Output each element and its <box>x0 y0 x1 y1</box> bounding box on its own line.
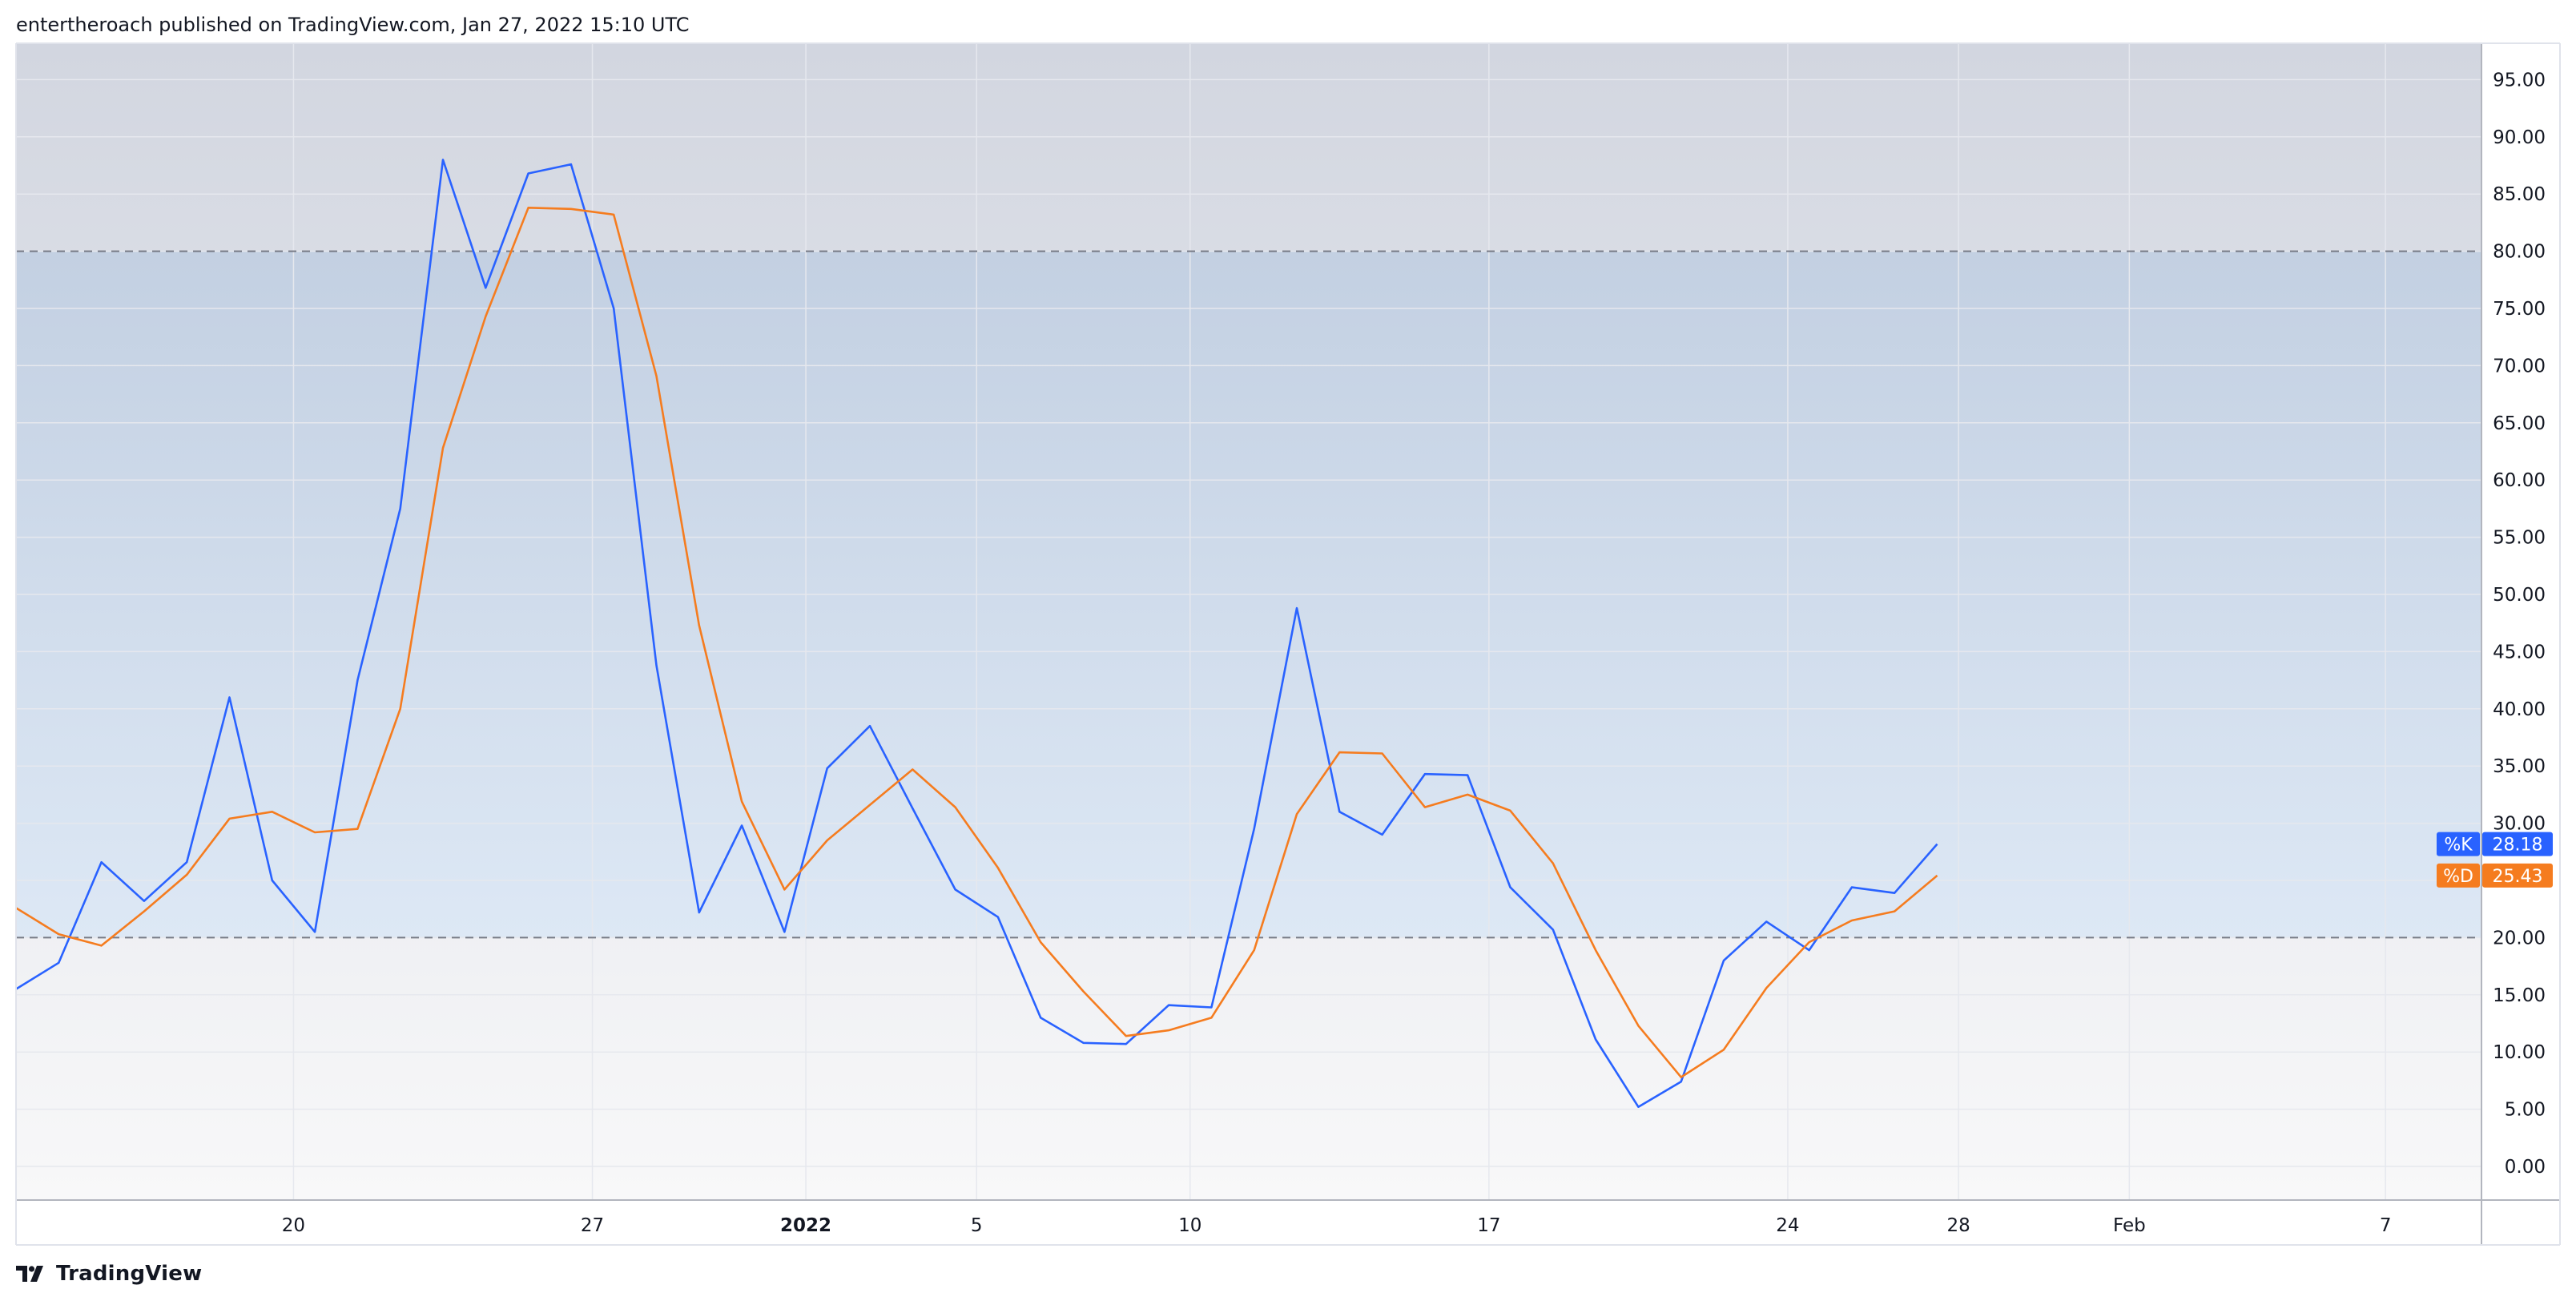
x-tick-label: 10 <box>1178 1215 1201 1236</box>
x-tick-label: 17 <box>1477 1215 1500 1236</box>
x-tick-label: 20 <box>282 1215 305 1236</box>
y-tick-label: 90.00 <box>2493 127 2546 148</box>
y-tick-label: 60.00 <box>2493 470 2546 491</box>
d-value-label: 25.43 <box>2493 867 2543 887</box>
x-tick-label: 24 <box>1776 1215 1799 1236</box>
k-name-label: %K <box>2444 836 2473 856</box>
x-tick-label: 28 <box>1947 1215 1970 1236</box>
x-tick-label: 5 <box>971 1215 983 1236</box>
y-tick-label: 40.00 <box>2493 699 2546 720</box>
y-axis[interactable]: 95.00 90.00 85.00 80.00 75.00 70.00 65.00 60.00… <box>2493 70 2546 1178</box>
x-tick-label: 27 <box>581 1215 604 1236</box>
y-tick-label: 10.00 <box>2493 1042 2546 1063</box>
y-tick-label: 85.00 <box>2493 184 2546 205</box>
stochastic-chart[interactable]: 95.0090.0085.0080.0075.0070.0065.0060.00… <box>0 0 2576 1301</box>
d-name-label: %D <box>2443 867 2473 887</box>
y-tick-label: 35.00 <box>2493 756 2546 777</box>
y-tick-label: 30.00 <box>2493 814 2546 835</box>
tradingview-wordmark: TradingView <box>56 1262 203 1286</box>
x-tick-label: 2022 <box>780 1215 831 1236</box>
k-value-label: 28.18 <box>2493 836 2543 856</box>
x-tick-label: 7 <box>2380 1215 2392 1236</box>
x-axis[interactable]: 20 27 2022 5 10 17 24 28 Feb 7 <box>282 1215 2392 1236</box>
y-tick-label: 65.00 <box>2493 413 2546 434</box>
y-tick-label: 70.00 <box>2493 356 2546 377</box>
y-tick-label: 75.00 <box>2493 299 2546 320</box>
tradingview-logo-icon <box>16 1266 43 1282</box>
x-tick-label: Feb <box>2113 1215 2146 1236</box>
y-tick-label: 20.00 <box>2493 928 2546 949</box>
y-tick-label: 0.00 <box>2505 1157 2546 1178</box>
y-tick-label: 55.00 <box>2493 528 2546 549</box>
y-tick-label: 5.00 <box>2505 1100 2546 1121</box>
y-tick-label: 95.00 <box>2493 70 2546 91</box>
y-tick-label: 15.00 <box>2493 985 2546 1006</box>
y-tick-label: 50.00 <box>2493 585 2546 606</box>
tradingview-brand[interactable]: TradingView <box>16 1259 202 1288</box>
y-tick-label: 80.00 <box>2493 242 2546 263</box>
y-tick-label: 45.00 <box>2493 642 2546 663</box>
